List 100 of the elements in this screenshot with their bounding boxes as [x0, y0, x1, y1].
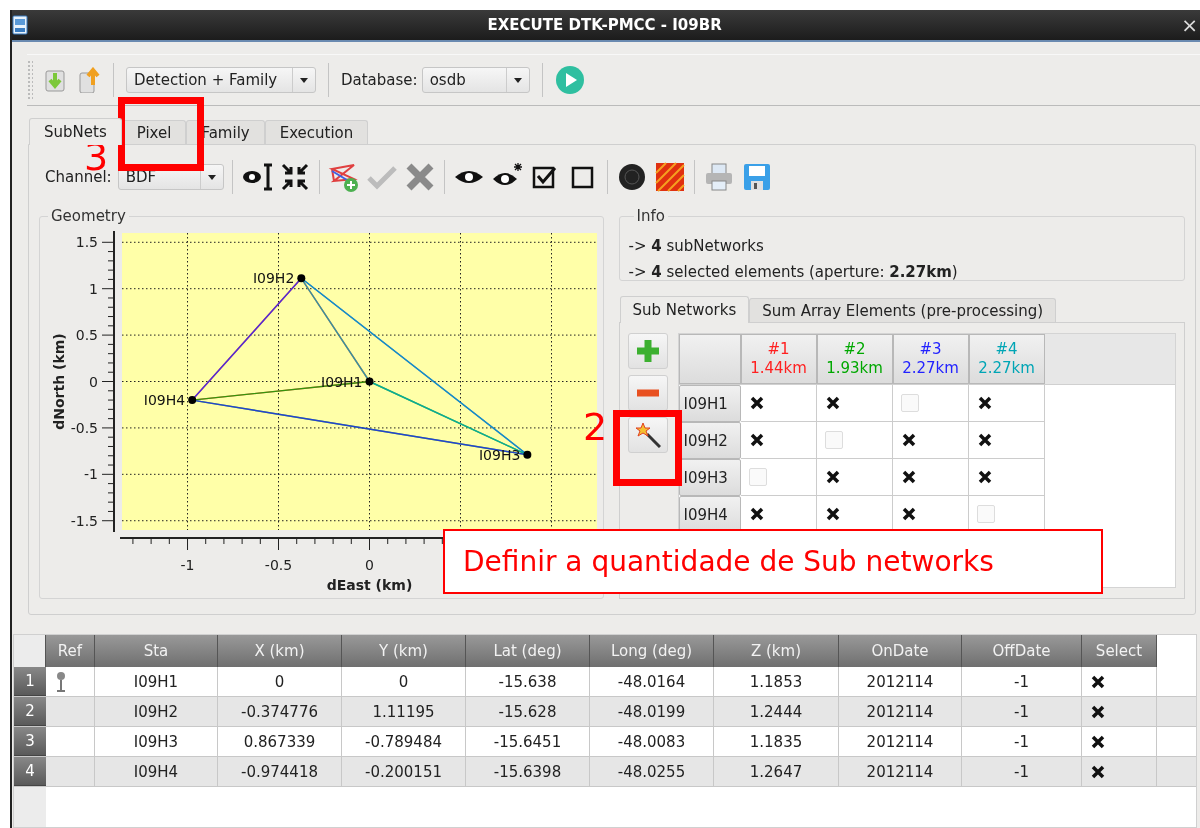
- table-cell: -15.6398: [466, 757, 590, 786]
- tick-label: -1: [84, 466, 98, 483]
- row-header: I09H1: [678, 385, 741, 422]
- table-cell: -48.0083: [590, 727, 714, 756]
- row-number: 3: [14, 727, 46, 756]
- point-label: I09H4: [143, 392, 186, 409]
- column-header: #1: [767, 340, 790, 359]
- checkbox[interactable]: [900, 432, 917, 448]
- network-add-icon[interactable]: [327, 161, 360, 193]
- caret-icon: [512, 76, 523, 84]
- checkbox[interactable]: [1090, 703, 1106, 720]
- table-cell: -0.789484: [342, 727, 466, 756]
- checkbox[interactable]: [900, 506, 917, 522]
- tick-label: -1.5: [70, 512, 98, 529]
- station-point: [365, 377, 374, 386]
- tab[interactable]: Execution: [264, 120, 369, 144]
- column-header: X (km): [218, 635, 342, 667]
- checkbox[interactable]: [748, 432, 765, 448]
- checkbox[interactable]: [748, 395, 765, 411]
- checkbox[interactable]: [1090, 733, 1106, 750]
- tick-label: 0: [89, 373, 98, 390]
- checkbox[interactable]: [1090, 673, 1106, 690]
- table-cell: -48.0255: [590, 757, 714, 786]
- checkbox[interactable]: [824, 469, 841, 485]
- tick-label: 0: [365, 557, 374, 573]
- checkbox[interactable]: [748, 506, 765, 522]
- tab[interactable]: Sub Networks: [619, 296, 750, 323]
- checkbox[interactable]: [824, 395, 841, 411]
- table-cell: -1: [962, 697, 1082, 726]
- table-cell: 1.1853: [714, 667, 839, 696]
- tick-label: 0.5: [75, 327, 98, 344]
- close-button[interactable]: ×: [1181, 13, 1198, 37]
- column-header: #2: [843, 340, 866, 359]
- table-cell: 1.11195: [342, 697, 466, 726]
- mode-dropdown[interactable]: Detection + Family: [126, 67, 316, 93]
- column-header: Long (deg): [590, 635, 714, 667]
- row-header: I09H3: [678, 459, 741, 496]
- axis-title: dEast (km): [326, 577, 413, 593]
- wand-button[interactable]: [627, 417, 668, 453]
- checkbox[interactable]: [976, 395, 993, 411]
- group-title: Geometry: [50, 207, 127, 225]
- toolbar-grip: [27, 60, 33, 100]
- table-cell: -0.200151: [342, 757, 466, 786]
- add-button[interactable]: [627, 333, 668, 369]
- row-number: 4: [14, 757, 46, 786]
- table-cell: I09H4: [95, 757, 218, 786]
- document-icon: [12, 15, 28, 35]
- table-cell: 2012114: [839, 757, 962, 786]
- tab[interactable]: Sum Array Elements (pre-processing): [749, 298, 1057, 322]
- tick-label: -0.5: [70, 419, 98, 436]
- column-header: OnDate: [839, 635, 962, 667]
- column-header: Ref: [46, 635, 95, 667]
- table-cell: 0.867339: [218, 727, 342, 756]
- column-header: Y (km): [342, 635, 466, 667]
- aperture-label: 1.93km: [826, 359, 883, 378]
- column-header: OffDate: [962, 635, 1082, 667]
- table-cell: -1: [962, 727, 1082, 756]
- checkbox[interactable]: [824, 506, 841, 522]
- point-label: I09H2: [252, 270, 295, 287]
- table-cell: -48.0164: [590, 667, 714, 696]
- window-title: EXECUTE DTK-PMCC - I09BR: [486, 16, 723, 34]
- column-header: #4: [995, 340, 1018, 359]
- aperture-label: 1.44km: [750, 359, 807, 378]
- table-cell: 1.2647: [714, 757, 839, 786]
- remove-button[interactable]: [627, 375, 668, 411]
- callout-note: Definir a quantidade de Sub networks: [443, 529, 1103, 594]
- table-cell: 2012114: [839, 727, 962, 756]
- axis-title: dNorth (km): [51, 333, 67, 430]
- column-header: #3: [919, 340, 942, 359]
- eye-measure-icon[interactable]: [240, 161, 273, 193]
- table-cell: 2012114: [839, 697, 962, 726]
- column-header: Select: [1082, 635, 1157, 667]
- table-cell: 0: [342, 667, 466, 696]
- table-cell: -1: [962, 757, 1082, 786]
- caret-icon: [299, 76, 309, 84]
- tick-label: 1.5: [75, 234, 98, 251]
- checkbox[interactable]: [900, 469, 917, 485]
- table-cell: -0.974418: [218, 757, 342, 786]
- station-point: [297, 274, 306, 283]
- table-cell: -1: [962, 667, 1082, 696]
- table-cell: I09H3: [95, 727, 218, 756]
- step-number: 2: [583, 408, 608, 446]
- row-number: 2: [14, 697, 46, 726]
- tab[interactable]: SubNets: [29, 118, 122, 145]
- info-text: -> 4 selected elements (aperture: 2.27km): [628, 263, 959, 281]
- checkbox[interactable]: [976, 432, 993, 448]
- table-cell: 1.1835: [714, 727, 839, 756]
- checkbox[interactable]: [976, 469, 993, 485]
- info-text: -> 4 subNetworks: [628, 237, 765, 255]
- checkbox[interactable]: [1090, 763, 1106, 780]
- database-label: Database:: [341, 71, 418, 89]
- heatmap-icon[interactable]: [653, 161, 686, 193]
- database-dropdown[interactable]: osdb: [421, 67, 530, 93]
- table-cell: 1.2444: [714, 697, 839, 726]
- magic-wand-icon: [634, 422, 661, 448]
- point-label: I09H3: [478, 446, 521, 463]
- tick-label: -1: [180, 557, 195, 573]
- station-point: [188, 396, 197, 405]
- aperture-label: 2.27km: [902, 359, 959, 378]
- tick-label: 1: [89, 280, 98, 297]
